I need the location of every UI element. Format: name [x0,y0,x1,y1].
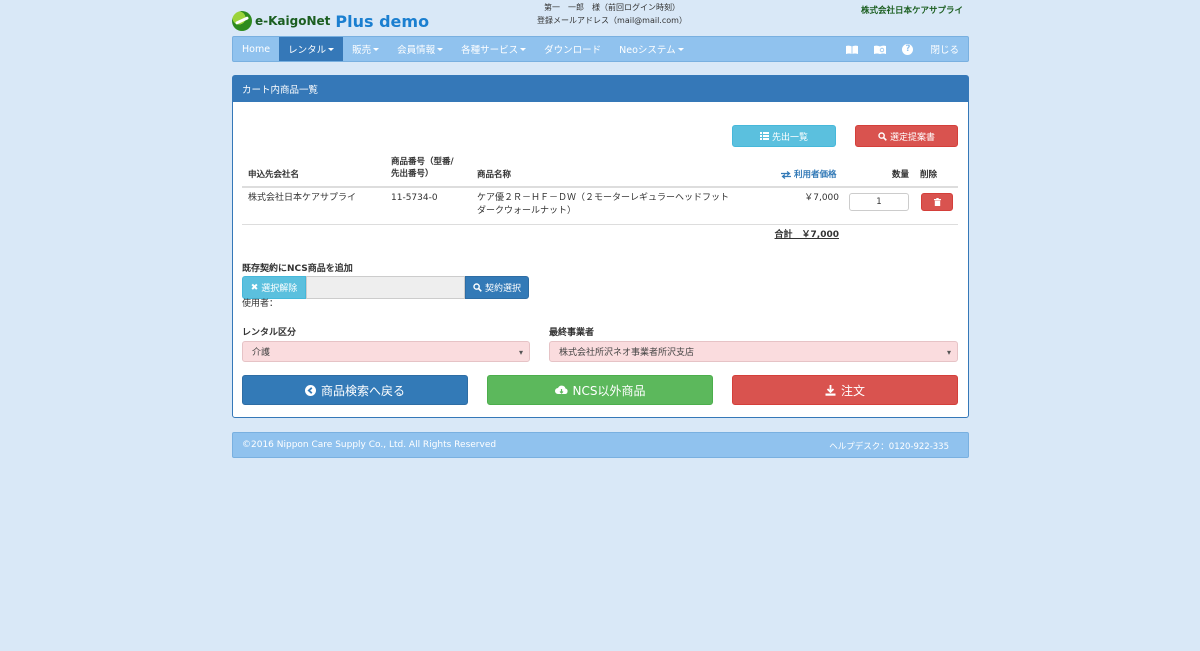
delete-button[interactable] [921,193,953,211]
help-glyph: ? [902,43,914,55]
caret-down-icon [677,47,684,51]
chevron-down-icon: ▾ [946,348,951,357]
close-label: 閉じる [930,45,959,56]
help-icon[interactable]: ? [894,37,921,61]
caret-down-icon [520,47,527,51]
chevron-down-icon: ▾ [518,348,523,357]
nav-rental[interactable]: レンタル [279,37,344,61]
arrow-left-circle-icon [304,384,316,396]
rental-type-value: 介護 [252,348,271,358]
copyright: ©2016 Nippon Care Supply Co., Ltd. All R… [242,440,497,450]
row-product-name: ケア優２Ｒ－ＨＦ－ＤＷ（２モーターレギュラーヘッドフット ダークウォールナット） [477,192,747,218]
row-divider [242,224,958,225]
cart-total: 合計 ￥7,000 [774,230,839,240]
nav-neo-system-label: Neoシステム [619,45,676,56]
rental-type-select[interactable]: 介護 ▾ [242,341,530,362]
proposal-button[interactable]: 選定提案書 [855,125,958,147]
nav-neo-system[interactable]: Neoシステム [610,37,692,61]
select-contract-label: 契約選択 [484,284,521,294]
logo-plus-text: Plus demo [335,11,430,31]
logo-text: e-KaigoNet [255,14,331,28]
trash-icon [933,198,941,206]
col-product-no-line1: 商品番号（型番/ [391,157,454,167]
contract-input[interactable] [306,276,465,299]
header: e-KaigoNet Plus demo 第一 一郎 様（前回ログイン時刻） 登… [232,0,969,36]
close-button[interactable]: 閉じる [921,37,968,61]
col-qty: 数量 [892,170,910,180]
cloud-download-icon [554,385,568,394]
cart-panel: カート内商品一覧 先出一覧 選定提案書 申込先会社名 商品番号（型番/ 先出番号… [232,75,969,418]
final-operator-label: 最終事業者 [549,328,595,338]
row-product-name-line1: ケア優２Ｒ－ＨＦ－ＤＷ（２モーターレギュラーヘッドフット [477,193,730,203]
back-to-search-label: 商品検索へ戻る [320,383,405,398]
col-price-sort[interactable]: 利用者価格 [781,169,837,181]
caret-down-icon [373,47,380,51]
nav-member-info[interactable]: 会員情報 [388,37,452,61]
order-label: 注文 [840,383,865,398]
sort-arrows-icon [781,171,791,179]
nav-download[interactable]: ダウンロード [535,37,610,61]
clear-selection-button[interactable]: ✖ 選択解除 [242,276,306,299]
row-product-no: 11-5734-0 [391,193,438,203]
caret-down-icon [437,47,444,51]
col-delete: 削除 [920,170,938,180]
navbar: Home レンタル 販売 会員情報 各種サービス ダウンロード Neoシステム … [232,36,969,62]
col-company: 申込先会社名 [248,170,300,180]
qty-input[interactable]: 1 [849,193,909,211]
rental-type-label: レンタル区分 [242,328,297,338]
user-name: 第一 一郎 様（前回ログイン時刻） [544,3,680,12]
col-product-name: 商品名称 [477,170,512,180]
header-divider [242,186,958,188]
manual-book-icon[interactable] [838,37,866,61]
nav-download-label: ダウンロード [544,45,602,56]
final-operator-value: 株式会社所沢ネオ事業者所沢支店 [559,348,695,358]
row-company: 株式会社日本ケアサプライ [248,193,357,203]
col-product-no: 商品番号（型番/ 先出番号） [391,156,454,180]
company-name: 株式会社日本ケアサプライ [860,6,963,16]
nav-services-label: 各種サービス [461,45,519,56]
proposal-button-label: 選定提案書 [889,132,935,143]
row-price: ￥7,000 [804,193,839,203]
final-operator-select[interactable]: 株式会社所沢ネオ事業者所沢支店 ▾ [549,341,958,362]
row-product-name-line2: ダークウォールナット） [477,206,577,216]
ncs-section-label: 既存契約にNCS商品を追加 [242,264,353,274]
footer: ©2016 Nippon Care Supply Co., Ltd. All R… [232,432,969,458]
user-info: 第一 一郎 様（前回ログイン時刻） 登録メールアドレス（mail@mail.co… [492,1,732,27]
list-icon [759,132,769,140]
nav-rental-label: レンタル [288,45,327,56]
close-icon: ✖ [250,282,259,293]
search-icon [878,131,887,141]
book-search-icon[interactable] [866,37,894,61]
non-ncs-products-button[interactable]: NCS以外商品 [487,375,713,405]
col-price-label: 利用者価格 [794,170,837,180]
user-email: 登録メールアドレス（mail@mail.com） [537,16,687,25]
nav-home[interactable]: Home [233,37,279,61]
logo-icon [232,11,252,31]
logo[interactable]: e-KaigoNet Plus demo [232,11,429,31]
search-icon [473,283,482,292]
back-to-search-button[interactable]: 商品検索へ戻る [242,375,468,405]
order-button[interactable]: 注文 [732,375,958,405]
caret-down-icon [328,47,335,51]
user-label: 使用者： [242,299,279,309]
list-button-label: 先出一覧 [771,132,808,143]
nav-services[interactable]: 各種サービス [452,37,535,61]
list-button[interactable]: 先出一覧 [732,125,836,147]
download-icon [825,384,836,396]
clear-selection-label: 選択解除 [261,284,298,294]
helpdesk: ヘルプデスク：0120-922-335 [829,442,949,452]
nav-member-info-label: 会員情報 [397,45,436,56]
nav-home-label: Home [242,43,271,55]
nav-sales-label: 販売 [352,45,372,56]
non-ncs-products-label: NCS以外商品 [572,383,646,398]
select-contract-button[interactable]: 契約選択 [465,276,529,299]
col-product-no-line2: 先出番号） [391,169,434,179]
panel-title: カート内商品一覧 [233,76,968,102]
nav-sales[interactable]: 販売 [343,37,388,61]
